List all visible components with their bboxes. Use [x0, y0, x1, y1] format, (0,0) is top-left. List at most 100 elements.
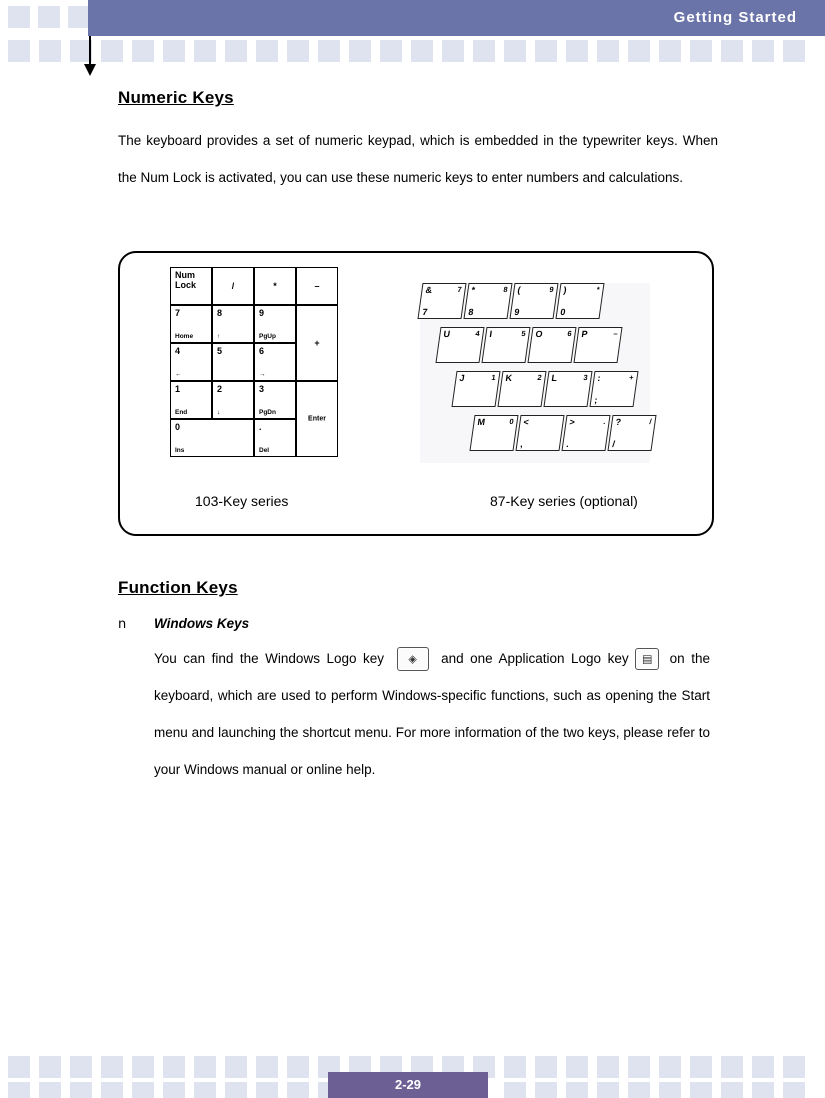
function-paragraph-part2: and one Application Logo key — [441, 651, 629, 666]
keyboard-key-secondary-label: 4 — [474, 329, 481, 338]
decoration-tile — [566, 40, 588, 62]
keypad-key: 9 PgUp — [254, 305, 296, 343]
keypad-key-sublabel: Del — [259, 447, 270, 454]
decoration-tile — [690, 1082, 712, 1098]
decoration-tile — [473, 40, 495, 62]
decoration-tile — [597, 1082, 619, 1098]
decoration-tile — [628, 1082, 650, 1098]
decoration-tile — [225, 40, 247, 62]
keyboard-key: L3 — [543, 371, 593, 407]
decoration-tile — [752, 40, 774, 62]
function-paragraph-part3: on the keyboard, which are used to perfo… — [154, 651, 710, 777]
keyboard-key: P – — [573, 327, 623, 363]
keypad-key: Num Lock — [170, 267, 212, 305]
keypad-key-label: 2 — [217, 384, 223, 394]
decoration-tile — [597, 1056, 619, 1078]
keyboard-key-secondary-label: 2 — [536, 373, 543, 382]
keypad-key-sublabel: ↑ — [217, 333, 221, 340]
keypad-key: – — [296, 267, 338, 305]
keyboard-key-lower-label: , — [519, 439, 524, 449]
function-keys-section: Function Keys n Windows Keys You can fin… — [118, 578, 718, 788]
decoration-tile — [721, 1056, 743, 1078]
decoration-tile — [721, 40, 743, 62]
keyboard-key-primary-label: J — [458, 373, 466, 383]
decoration-tile — [194, 1082, 216, 1098]
keypad-key-sublabel: End — [175, 409, 188, 416]
decoration-tile — [566, 1056, 588, 1078]
function-paragraph-part1: You can find the Windows Logo key — [154, 651, 385, 666]
decoration-tile — [690, 40, 712, 62]
keyboard-key-primary-label: U — [442, 329, 451, 339]
keypad-key-label: 6 — [259, 346, 265, 356]
decoration-tile — [535, 1056, 557, 1078]
keypad-key: + — [296, 305, 338, 381]
keypad-key-label: 0 — [175, 422, 181, 432]
keypad-key-label: 4 — [175, 346, 181, 356]
keyboard-key-primary-label: I — [488, 329, 493, 339]
figure-caption-left: 103-Key series — [195, 493, 289, 509]
decoration-tile — [256, 40, 278, 62]
keyboard-key: ) * 0 — [555, 283, 605, 319]
decoration-tile — [597, 40, 619, 62]
keyboard-key: O6 — [527, 327, 577, 363]
keyboard-key-primary-label: O — [534, 329, 544, 339]
keypad-key: 8 ↑ — [212, 305, 254, 343]
keyboard-key: * 8 8 — [463, 283, 513, 319]
figure-caption-right: 87-Key series (optional) — [490, 493, 638, 509]
keypad-key-sublabel: PgUp — [259, 333, 276, 340]
keypad-key: Enter — [296, 381, 338, 457]
keyboard-key-lower-label: 8 — [467, 307, 475, 317]
keyboard-key-secondary-label: 3 — [582, 373, 589, 382]
windows-logo-key-icon: ◈ — [396, 647, 429, 672]
decoration-tile — [163, 40, 185, 62]
decoration-tile — [101, 40, 123, 62]
keypad-key: / — [212, 267, 254, 305]
keyboard-key: >.. — [561, 415, 611, 451]
decoration-tile — [783, 40, 805, 62]
decoration-tile — [8, 1056, 30, 1078]
decoration-tile — [349, 40, 371, 62]
decoration-tile — [194, 1056, 216, 1078]
decoration-tile — [287, 1056, 309, 1078]
decoration-tile — [659, 1082, 681, 1098]
keypad-key-label: 5 — [217, 346, 223, 356]
decoration-tile — [566, 1082, 588, 1098]
keypad-key: 2 ↓ — [212, 381, 254, 419]
decoration-tile — [659, 1056, 681, 1078]
keyboard-key-secondary-label: + — [628, 373, 635, 382]
keyboard-key: (9 9 — [509, 283, 559, 319]
keyboard-key-primary-label: P — [580, 329, 589, 339]
decoration-tile — [504, 1056, 526, 1078]
decoration-tile — [101, 1082, 123, 1098]
decoration-tile — [194, 40, 216, 62]
keypad-key-sublabel: PgDn — [259, 409, 276, 416]
keypad-key-label: 9 — [259, 308, 265, 318]
decoration-tile — [101, 1056, 123, 1078]
keyboard-key-secondary-label: . — [602, 417, 607, 426]
keypad-key: 3 PgDn — [254, 381, 296, 419]
function-keys-heading: Function Keys — [118, 578, 238, 597]
keypad-key-label: * — [273, 281, 277, 291]
decoration-tile — [39, 1056, 61, 1078]
keyboard-key: J1 — [451, 371, 501, 407]
keyboard-key-lower-label: . — [565, 439, 570, 449]
keyboard-key-lower-label: / — [611, 439, 616, 449]
numeric-keys-section: Numeric Keys The keyboard provides a set… — [118, 88, 718, 196]
numeric-keys-paragraph: The keyboard provides a set of numeric k… — [118, 133, 718, 185]
keyboard-key-primary-label: L — [550, 373, 558, 383]
keypad-key-label: 3 — [259, 384, 265, 394]
keypad-key-label: 1 — [175, 384, 181, 394]
keyboard-key-secondary-label: 0 — [508, 417, 515, 426]
keyboard-key-primary-label: & — [424, 285, 433, 295]
keypad-key: 5 — [212, 343, 254, 381]
keyboard-key-secondary-label: – — [612, 329, 619, 338]
keyboard-key-primary-label: : — [596, 373, 602, 383]
keyboard-key-secondary-label: 5 — [520, 329, 527, 338]
page-number-badge: 2-29 — [328, 1072, 488, 1098]
keyboard-key: : +; — [589, 371, 639, 407]
windows-keys-bullet: n Windows Keys — [118, 616, 718, 632]
decoration-tile — [225, 1056, 247, 1078]
keypad-key: 6 → — [254, 343, 296, 381]
decoration-tile — [752, 1082, 774, 1098]
keyboard-key-secondary-label: 8 — [502, 285, 509, 294]
